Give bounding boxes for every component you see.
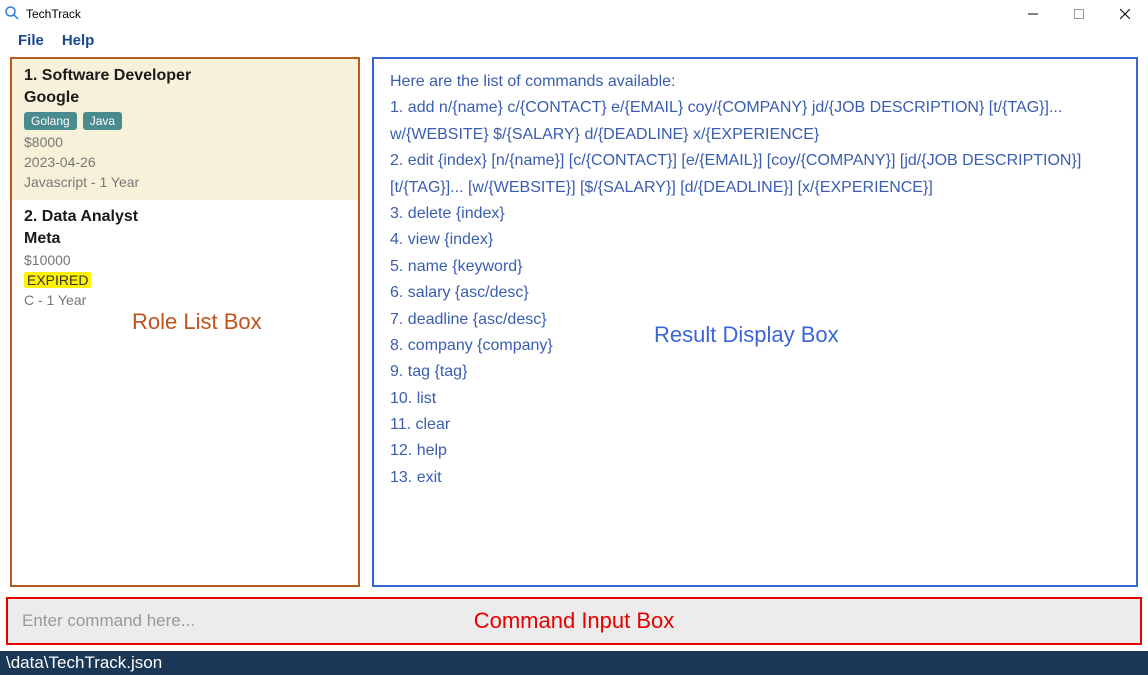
role-experience: C - 1 Year xyxy=(24,292,346,308)
result-line: 3. delete {index} xyxy=(390,201,1120,227)
tag: Java xyxy=(83,112,122,130)
role-card[interactable]: 2. Data Analyst Meta $10000 EXPIRED C - 1 Ye… xyxy=(12,200,358,318)
result-line: 12. help xyxy=(390,438,1120,464)
statusbar: \data\TechTrack.json xyxy=(0,651,1148,675)
result-header: Here are the list of commands available: xyxy=(390,69,1120,95)
role-date: 2023-04-26 xyxy=(24,154,346,170)
role-company: Meta xyxy=(24,230,346,248)
minimize-button[interactable] xyxy=(1010,0,1056,28)
close-button[interactable] xyxy=(1102,0,1148,28)
window-controls xyxy=(1010,0,1148,28)
result-line: 9. tag {tag} xyxy=(390,359,1120,385)
role-experience: Javascript - 1 Year xyxy=(24,174,346,190)
maximize-button[interactable] xyxy=(1056,0,1102,28)
window-title: TechTrack xyxy=(24,7,81,21)
main-area: 1. Software Developer Google Golang Java $80… xyxy=(0,57,1148,587)
titlebar-left: TechTrack xyxy=(4,5,81,24)
app-icon xyxy=(4,5,20,24)
titlebar: TechTrack xyxy=(0,0,1148,28)
result-line: 4. view {index} xyxy=(390,227,1120,253)
result-display-box: Here are the list of commands available:… xyxy=(372,57,1138,587)
status-path: \data\TechTrack.json xyxy=(6,653,162,672)
role-company: Google xyxy=(24,89,346,107)
role-salary: $8000 xyxy=(24,134,346,150)
tag: Golang xyxy=(24,112,77,130)
menubar: File Help xyxy=(0,28,1148,57)
role-title: 2. Data Analyst xyxy=(24,208,346,226)
command-box-wrap: Command Input Box xyxy=(6,597,1142,645)
menu-help[interactable]: Help xyxy=(62,32,95,49)
result-line: 1. add n/{name} c/{CONTACT} e/{EMAIL} co… xyxy=(390,95,1120,148)
role-list-box: 1. Software Developer Google Golang Java $80… xyxy=(10,57,360,587)
role-title: 1. Software Developer xyxy=(24,67,346,85)
result-line: 7. deadline {asc/desc} xyxy=(390,307,1120,333)
menu-file[interactable]: File xyxy=(18,32,44,49)
command-input[interactable] xyxy=(6,597,1142,645)
result-line: 5. name {keyword} xyxy=(390,254,1120,280)
role-salary: $10000 xyxy=(24,252,346,268)
result-line: 11. clear xyxy=(390,412,1120,438)
result-line: 6. salary {asc/desc} xyxy=(390,280,1120,306)
role-card[interactable]: 1. Software Developer Google Golang Java $80… xyxy=(12,59,358,200)
result-line: 13. exit xyxy=(390,465,1120,491)
role-date: EXPIRED xyxy=(24,272,91,288)
role-tags: Golang Java xyxy=(24,112,346,130)
result-line: 2. edit {index} [n/{name}] [c/{CONTACT}]… xyxy=(390,148,1120,201)
result-line: 8. company {company} xyxy=(390,333,1120,359)
result-line: 10. list xyxy=(390,386,1120,412)
